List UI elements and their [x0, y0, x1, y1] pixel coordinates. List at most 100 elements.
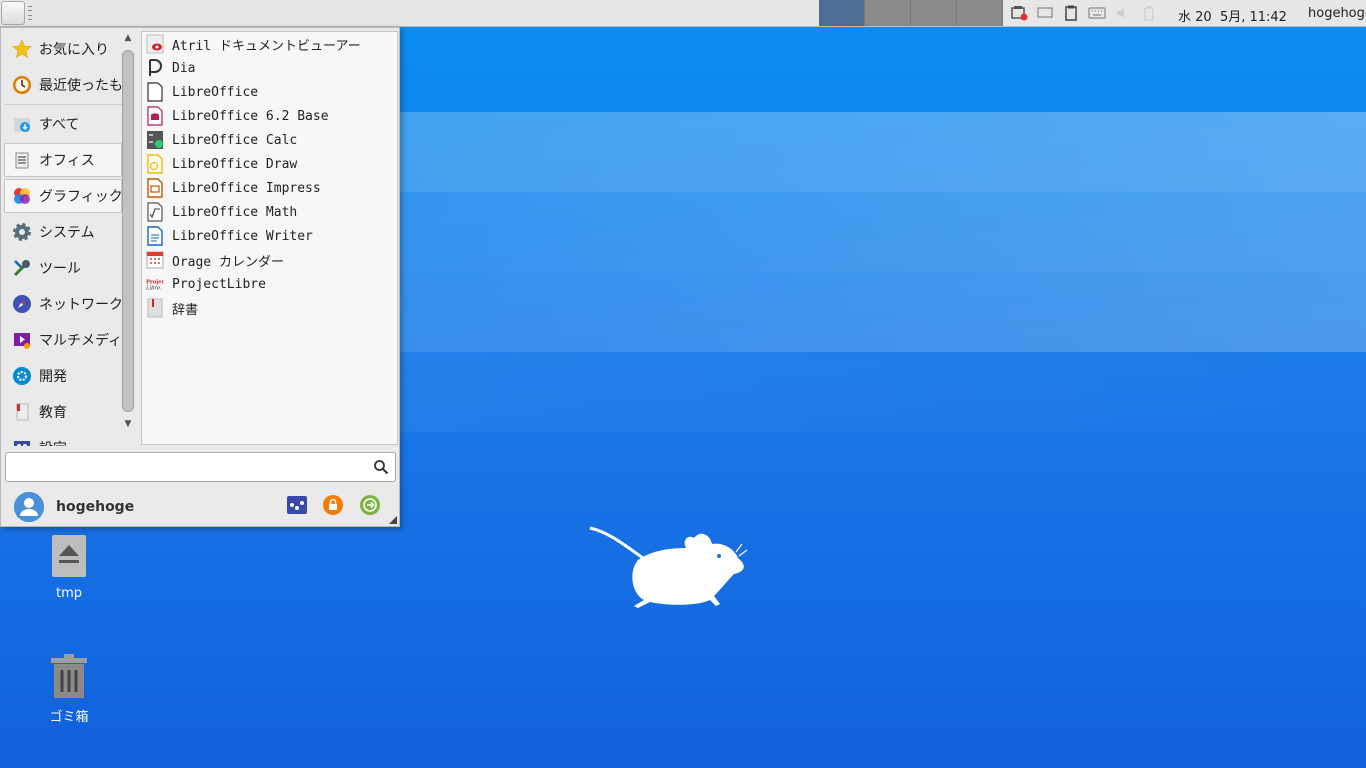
applications-menu: お気に入り 最近使ったもの すべて オフィス グラフィック システム ツール [0, 27, 400, 527]
menu-footer: hogehoge [1, 490, 399, 526]
app-item[interactable]: Dia [142, 56, 397, 80]
category-label: お気に入り [39, 42, 109, 58]
category-scrollbar[interactable]: ▲ ▼ [122, 32, 134, 446]
app-label: LibreOffice 6.2 Base [172, 108, 329, 124]
category-office[interactable]: オフィス [4, 143, 122, 177]
category-label: 設定 [39, 438, 67, 446]
category-all[interactable]: すべて [4, 107, 122, 141]
search-input[interactable] [5, 452, 396, 482]
app-label: LibreOffice Math [172, 204, 298, 220]
app-item[interactable]: LibreOffice Calc [142, 128, 397, 152]
category-system[interactable]: システム [4, 215, 122, 249]
settings-manager-icon [286, 494, 308, 520]
app-label: 辞書 [172, 302, 199, 318]
scroll-up-arrow-icon[interactable]: ▲ [122, 32, 134, 44]
settings-icon [11, 437, 33, 446]
category-label: 開発 [39, 369, 67, 385]
eject-icon [49, 532, 89, 580]
app-item[interactable]: LibreOffice Math [142, 200, 397, 224]
category-favorites[interactable]: お気に入り [4, 32, 122, 66]
clock[interactable]: 水 20 5月, 11:42 [1178, 6, 1287, 25]
panel-handle[interactable] [28, 6, 36, 20]
category-development[interactable]: 開発 [4, 359, 122, 393]
libreoffice-writer-icon [146, 226, 164, 246]
app-label: Atril ドキュメントビューアー [172, 38, 361, 54]
category-label: グラフィック [39, 189, 122, 205]
libreoffice-impress-icon [146, 178, 164, 198]
application-list: Atril ドキュメントビューアー Dia LibreOffice LibreO… [141, 31, 398, 445]
app-item[interactable]: LibreOffice Impress [142, 176, 397, 200]
app-item[interactable]: Orage カレンダー [142, 248, 397, 272]
clock-icon [11, 74, 33, 96]
libreoffice-math-icon [146, 202, 164, 222]
app-label: LibreOffice Calc [172, 132, 298, 148]
app-label: LibreOffice [172, 84, 259, 100]
applications-menu-button[interactable] [1, 1, 25, 25]
avatar [14, 492, 44, 522]
gear-icon [11, 221, 33, 243]
app-item[interactable]: 辞書 [142, 296, 397, 320]
app-item[interactable]: LibreOffice 6.2 Base [142, 104, 397, 128]
network-offline-icon[interactable] [1010, 5, 1028, 21]
app-item[interactable]: Atril ドキュメントビューアー [142, 32, 397, 56]
category-settings[interactable]: 設定 [4, 431, 122, 446]
app-item[interactable]: ProjectLibre. ProjectLibre [142, 272, 397, 296]
svg-text:Project: Project [146, 279, 164, 285]
workspace-3[interactable] [911, 0, 957, 26]
search-icon[interactable] [373, 459, 389, 475]
multimedia-icon [11, 329, 33, 351]
calendar-icon [146, 250, 164, 270]
log-out-button[interactable] [359, 494, 381, 520]
desktop-icon-label: ゴミ箱 [49, 710, 89, 725]
app-label: LibreOffice Impress [172, 180, 321, 196]
app-item[interactable]: LibreOffice Writer [142, 224, 397, 248]
development-icon [11, 365, 33, 387]
scrollbar-thumb[interactable] [122, 50, 134, 412]
libreoffice-calc-icon [146, 130, 164, 150]
dia-icon [146, 58, 164, 78]
atril-icon [146, 34, 164, 54]
lock-icon [322, 494, 344, 520]
app-label: Orage カレンダー [172, 254, 284, 270]
compass-icon [11, 293, 33, 315]
education-icon [11, 401, 33, 423]
settings-manager-button[interactable] [286, 496, 308, 518]
log-out-icon [359, 494, 381, 520]
workspace-switcher [819, 0, 1003, 26]
battery-icon[interactable] [1140, 5, 1158, 21]
category-label: すべて [39, 117, 80, 133]
workspace-1[interactable] [819, 0, 865, 26]
panel-username[interactable]: hogehoge [1308, 6, 1366, 21]
category-label: マルチメディア [39, 333, 122, 349]
star-icon [11, 38, 33, 60]
desktop-icon-label: tmp [55, 586, 82, 601]
app-label: ProjectLibre [172, 276, 266, 292]
category-label: オフィス [39, 153, 95, 169]
workspace-4[interactable] [957, 0, 1003, 26]
workspace-2[interactable] [865, 0, 911, 26]
category-recent[interactable]: 最近使ったもの [4, 68, 122, 102]
category-multimedia[interactable]: マルチメディア [4, 323, 122, 357]
category-network[interactable]: ネットワーク [4, 287, 122, 321]
app-item[interactable]: LibreOffice [142, 80, 397, 104]
libreoffice-base-icon [146, 106, 164, 126]
desktop-icon-tmp[interactable]: tmp [29, 532, 109, 601]
libreoffice-draw-icon [146, 154, 164, 174]
clipboard-icon[interactable] [1062, 5, 1080, 21]
volume-muted-icon[interactable] [1114, 5, 1132, 21]
scroll-down-arrow-icon[interactable]: ▼ [122, 418, 134, 430]
desktop-icon-trash[interactable]: ゴミ箱 [29, 652, 109, 725]
app-label: LibreOffice Writer [172, 228, 313, 244]
app-item[interactable]: LibreOffice Draw [142, 152, 397, 176]
display-icon[interactable] [1036, 5, 1054, 21]
resize-grip[interactable] [389, 516, 397, 524]
menu-username: hogehoge [56, 499, 135, 515]
category-graphics[interactable]: グラフィック [4, 179, 122, 213]
libreoffice-icon [146, 82, 164, 102]
category-education[interactable]: 教育 [4, 395, 122, 429]
keyboard-icon[interactable] [1088, 5, 1106, 21]
trash-icon [49, 652, 89, 700]
lock-screen-button[interactable] [322, 494, 344, 520]
tools-icon [11, 257, 33, 279]
category-tools[interactable]: ツール [4, 251, 122, 285]
